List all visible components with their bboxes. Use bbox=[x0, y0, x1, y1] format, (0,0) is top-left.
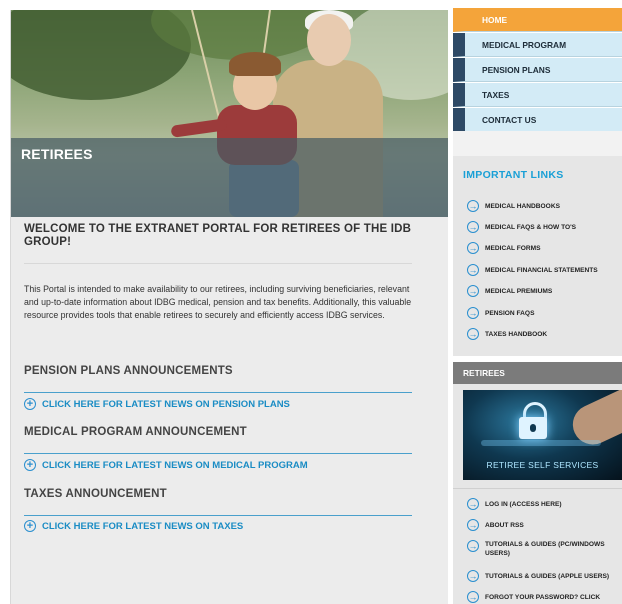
link-medical-premiums[interactable]: → MEDICAL PREMIUMS bbox=[467, 285, 552, 297]
taxes-news-label: CLICK HERE FOR LATEST NEWS ON TAXES bbox=[42, 520, 244, 532]
divider bbox=[24, 263, 412, 264]
circle-arrow-icon: → bbox=[467, 200, 479, 212]
hero-banner: RETIREES bbox=[11, 10, 448, 217]
link-about-rss[interactable]: → ABOUT RSS bbox=[467, 519, 524, 531]
circle-plus-icon: + bbox=[24, 459, 36, 471]
link-label: MEDICAL HANDBOOKS bbox=[485, 202, 560, 210]
page-title: RETIREES bbox=[21, 146, 93, 162]
welcome-heading: WELCOME TO THE EXTRANET PORTAL FOR RETIR… bbox=[24, 223, 412, 248]
circle-arrow-icon: → bbox=[467, 498, 479, 510]
circle-plus-icon: + bbox=[24, 520, 36, 532]
link-label: LOG IN (ACCESS HERE) bbox=[485, 500, 562, 508]
rss-banner-label: RETIREE SELF SERVICES bbox=[486, 460, 599, 470]
link-taxes-handbook[interactable]: → TAXES HANDBOOK bbox=[467, 328, 547, 340]
important-links-title: IMPORTANT LINKS bbox=[463, 169, 564, 181]
retirees-panel-title: RETIREES bbox=[453, 362, 622, 384]
grandfather-head bbox=[307, 14, 351, 66]
link-label: PENSION FAQS bbox=[485, 309, 535, 317]
link-medical-faqs[interactable]: → MEDICAL FAQS & HOW TO'S bbox=[467, 221, 576, 233]
link-label: MEDICAL FINANCIAL STATEMENTS bbox=[485, 266, 598, 274]
section-divider bbox=[24, 392, 412, 393]
circle-arrow-icon: → bbox=[467, 242, 479, 254]
sidebar-spacer bbox=[453, 131, 622, 156]
pension-news-link[interactable]: + CLICK HERE FOR LATEST NEWS ON PENSION … bbox=[24, 398, 290, 410]
link-label: TUTORIALS & GUIDES (PC/WINDOWS USERS) bbox=[485, 541, 605, 557]
pension-announcements-title: PENSION PLANS ANNOUNCEMENTS bbox=[24, 365, 233, 377]
circle-plus-icon: + bbox=[24, 398, 36, 410]
circle-arrow-icon: → bbox=[467, 591, 479, 603]
link-medical-forms[interactable]: → MEDICAL FORMS bbox=[467, 242, 541, 254]
pension-news-label: CLICK HERE FOR LATEST NEWS ON PENSION PL… bbox=[42, 398, 290, 410]
link-label: FORGOT YOUR PASSWORD? CLICK bbox=[485, 593, 601, 601]
link-tutorials-pc[interactable]: → TUTORIALS & GUIDES (PC/WINDOWS USERS) bbox=[467, 540, 610, 558]
circle-arrow-icon: → bbox=[467, 540, 479, 552]
link-medical-handbooks[interactable]: → MEDICAL HANDBOOKS bbox=[467, 200, 560, 212]
circle-arrow-icon: → bbox=[467, 285, 479, 297]
circle-arrow-icon: → bbox=[467, 264, 479, 276]
link-medical-financial-statements[interactable]: → MEDICAL FINANCIAL STATEMENTS bbox=[467, 264, 598, 276]
circle-arrow-icon: → bbox=[467, 221, 479, 233]
nav-contact-us[interactable]: CONTACT US bbox=[453, 108, 622, 132]
link-label: TAXES HANDBOOK bbox=[485, 330, 548, 338]
sidebar: HOME MEDICAL PROGRAM PENSION PLANS TAXES… bbox=[453, 0, 622, 604]
link-log-in[interactable]: → LOG IN (ACCESS HERE) bbox=[467, 498, 562, 510]
taxes-announcement-title: TAXES ANNOUNCEMENT bbox=[24, 488, 167, 500]
glow-graphic bbox=[481, 440, 601, 446]
divider bbox=[453, 488, 622, 489]
circle-arrow-icon: → bbox=[467, 570, 479, 582]
intro-text: This Portal is intended to make availabi… bbox=[24, 284, 412, 320]
link-label: MEDICAL FORMS bbox=[485, 244, 541, 252]
link-label: ABOUT RSS bbox=[485, 521, 524, 529]
medical-news-label: CLICK HERE FOR LATEST NEWS ON MEDICAL PR… bbox=[42, 459, 308, 471]
nav-home[interactable]: HOME bbox=[453, 8, 622, 32]
retiree-self-services-banner[interactable]: RETIREE SELF SERVICES bbox=[463, 390, 622, 480]
medical-news-link[interactable]: + CLICK HERE FOR LATEST NEWS ON MEDICAL … bbox=[24, 459, 308, 471]
section-divider bbox=[24, 453, 412, 454]
keyhole bbox=[530, 424, 536, 432]
link-forgot-password[interactable]: → FORGOT YOUR PASSWORD? CLICK bbox=[467, 591, 600, 603]
child-hat bbox=[229, 52, 281, 76]
link-label: MEDICAL PREMIUMS bbox=[485, 287, 553, 295]
link-pension-faqs[interactable]: → PENSION FAQS bbox=[467, 307, 534, 319]
nav-medical-program[interactable]: MEDICAL PROGRAM bbox=[453, 33, 622, 57]
important-links-panel bbox=[453, 156, 622, 356]
nav-taxes[interactable]: TAXES bbox=[453, 83, 622, 107]
link-label: TUTORIALS & GUIDES (APPLE USERS) bbox=[485, 572, 610, 580]
section-divider bbox=[24, 515, 412, 516]
circle-arrow-icon: → bbox=[467, 307, 479, 319]
circle-arrow-icon: → bbox=[467, 328, 479, 340]
circle-arrow-icon: → bbox=[467, 519, 479, 531]
taxes-news-link[interactable]: + CLICK HERE FOR LATEST NEWS ON TAXES bbox=[24, 520, 243, 532]
medical-announcement-title: MEDICAL PROGRAM ANNOUNCEMENT bbox=[24, 426, 247, 438]
nav-pension-plans[interactable]: PENSION PLANS bbox=[453, 58, 622, 82]
link-label: MEDICAL FAQS & HOW TO'S bbox=[485, 223, 577, 231]
link-tutorials-apple[interactable]: → TUTORIALS & GUIDES (APPLE USERS) bbox=[467, 570, 609, 582]
